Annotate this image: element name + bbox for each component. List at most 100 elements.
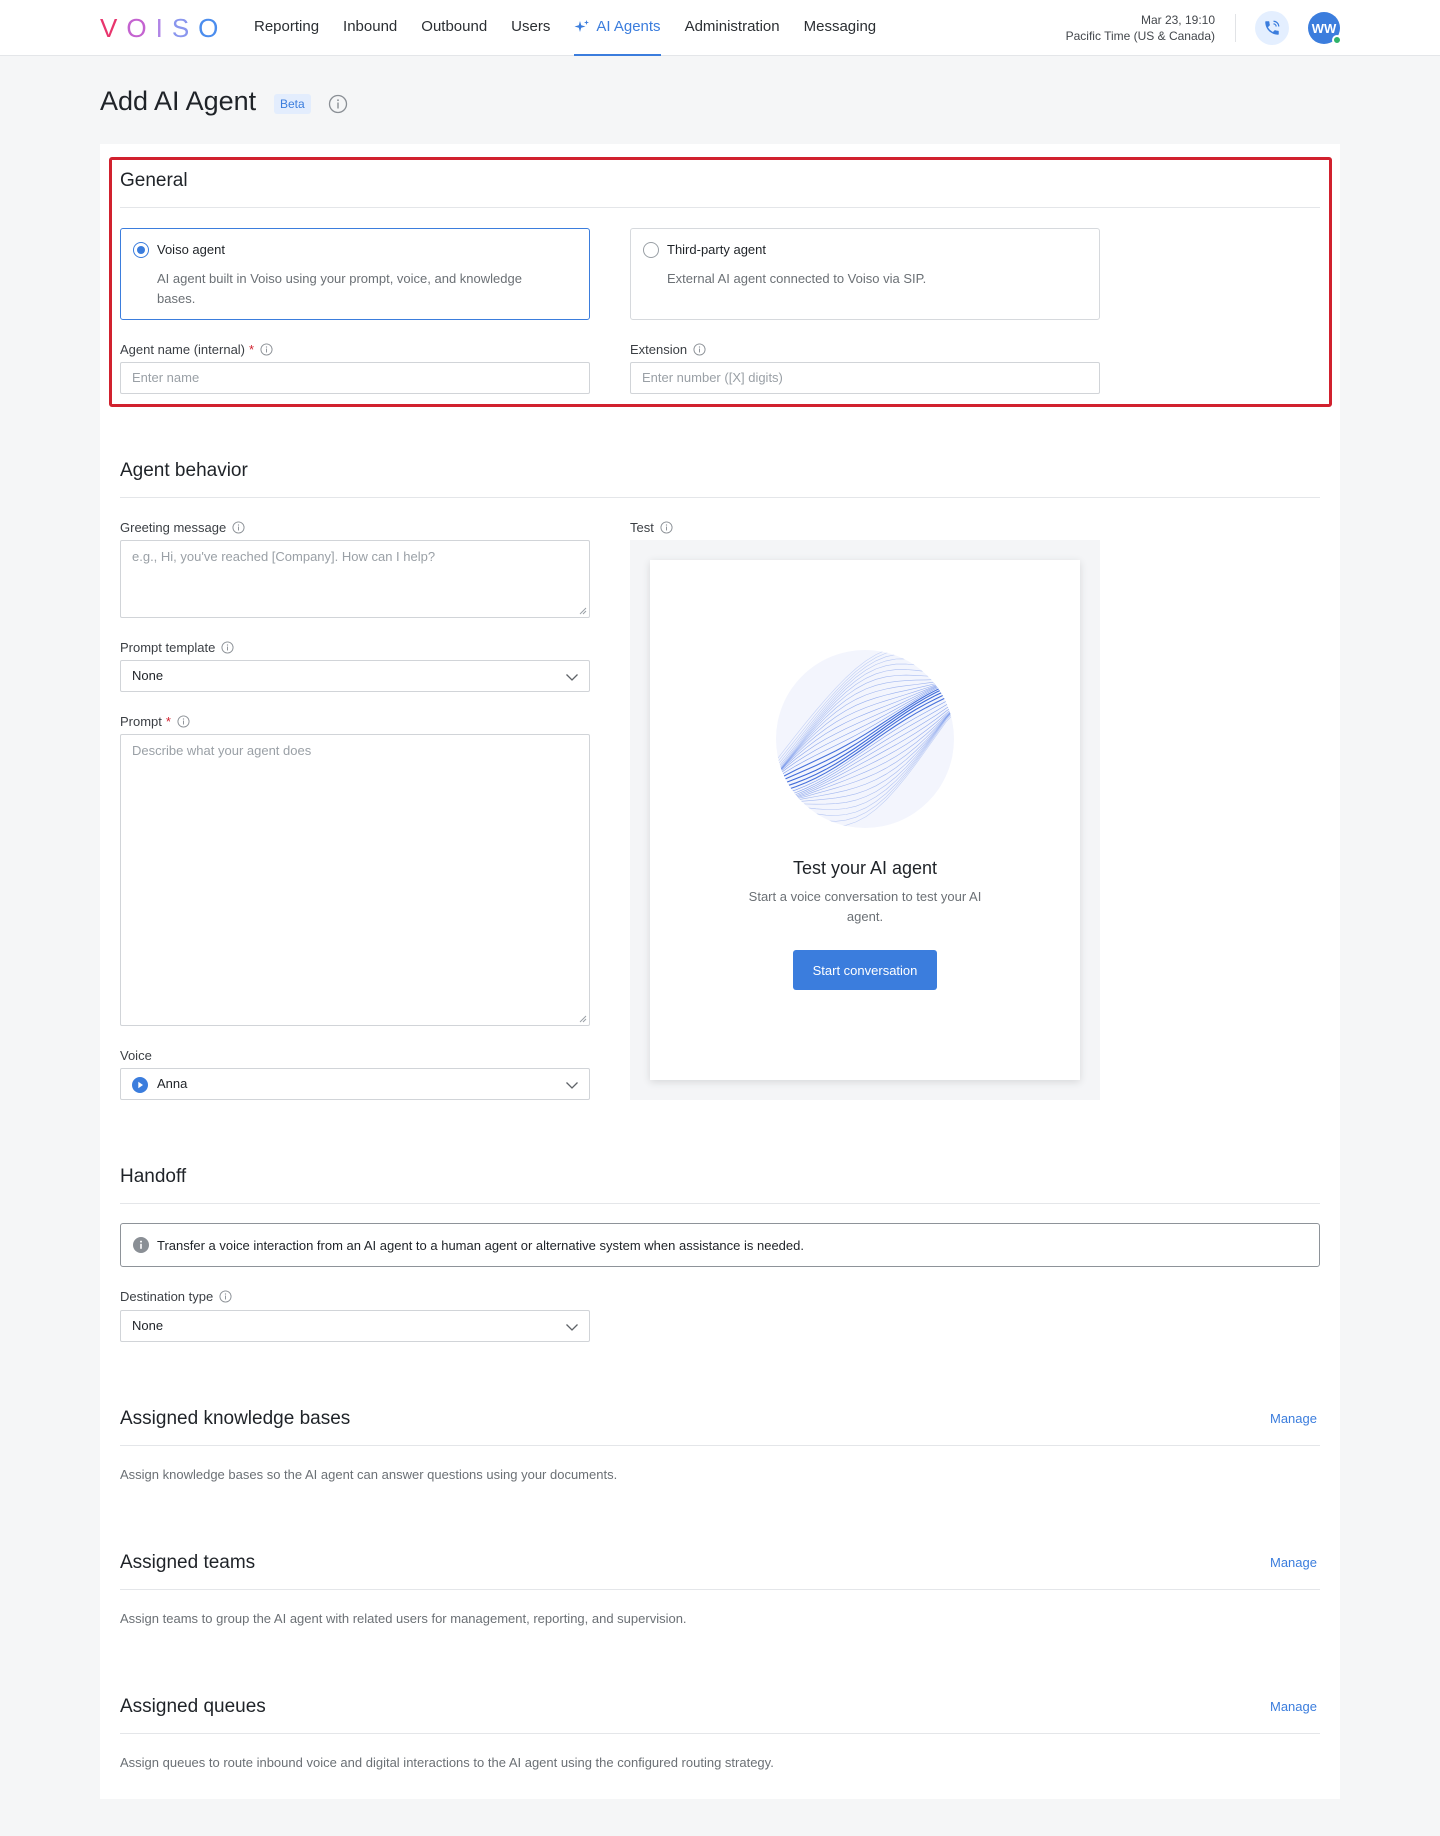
agent-name-label-text: Agent name (internal) <box>120 342 246 357</box>
logo-letter-o: O <box>126 13 156 43</box>
info-icon[interactable] <box>177 715 190 728</box>
voiso-agent-radio[interactable] <box>133 242 149 258</box>
nav-messaging-label: Messaging <box>803 18 877 35</box>
greeting-textarea[interactable]: e.g., Hi, you've reached [Company]. How … <box>120 540 590 618</box>
knowledge-divider <box>120 1445 1320 1446</box>
voiso-agent-option[interactable]: Voiso agent AI agent built in Voiso usin… <box>120 228 590 320</box>
info-icon <box>133 1237 149 1253</box>
nav-divider <box>1235 14 1236 42</box>
third-party-agent-desc: External AI agent connected to Voiso via… <box>667 271 927 286</box>
required-mark: * <box>165 714 171 729</box>
destination-type-label: Destination type <box>120 1289 232 1304</box>
prompt-template-value: None <box>132 668 164 683</box>
third-party-agent-radio[interactable] <box>643 242 659 258</box>
extension-label-text: Extension <box>630 342 688 357</box>
beta-badge: Beta <box>274 94 311 114</box>
resize-handle-icon[interactable] <box>579 607 587 615</box>
manage-queues-link[interactable]: Manage <box>1270 1699 1317 1714</box>
voice-select[interactable]: Anna <box>120 1068 590 1100</box>
sparkle-icon <box>574 20 590 32</box>
nav-inbound[interactable]: Inbound <box>343 0 397 56</box>
resize-handle-icon[interactable] <box>579 1015 587 1023</box>
prompt-template-label-text: Prompt template <box>120 640 216 655</box>
voice-orb-illustration <box>776 650 954 828</box>
nav-users[interactable]: Users <box>511 0 550 56</box>
current-datetime: Mar 23, 19:10 <box>1140 13 1215 27</box>
chevron-down-icon <box>566 1082 578 1089</box>
nav-inbound-label: Inbound <box>343 18 398 35</box>
online-status-dot <box>1332 35 1342 45</box>
nav-administration[interactable]: Administration <box>685 0 780 56</box>
general-divider <box>120 207 1320 208</box>
destination-type-select[interactable]: None <box>120 1310 590 1342</box>
info-icon[interactable] <box>660 521 673 534</box>
required-mark: * <box>249 342 255 357</box>
prompt-placeholder: Describe what your agent does <box>132 743 312 758</box>
destination-type-label-text: Destination type <box>120 1289 214 1304</box>
nav-outbound[interactable]: Outbound <box>421 0 487 56</box>
handoff-divider <box>120 1203 1320 1204</box>
nav-users-label: Users <box>511 18 551 35</box>
handoff-notice-text: Transfer a voice interaction from an AI … <box>157 1237 804 1253</box>
nav-reporting[interactable]: Reporting <box>254 0 319 56</box>
logo-letter-v: V <box>100 13 127 43</box>
handoff-notice: Transfer a voice interaction from an AI … <box>120 1223 1320 1267</box>
logo-letter-o2: O <box>198 13 228 43</box>
chevron-down-icon <box>566 674 578 681</box>
nav-ai-agents[interactable]: AI Agents <box>574 0 661 56</box>
test-label-text: Test <box>630 520 654 535</box>
general-section-title: General <box>120 170 188 191</box>
prompt-textarea[interactable]: Describe what your agent does <box>120 734 590 1026</box>
timezone-display: Mar 23, 19:10 Pacific Time (US & Canada) <box>1066 12 1215 44</box>
info-icon[interactable] <box>221 641 234 654</box>
prompt-template-select[interactable]: None <box>120 660 590 692</box>
info-icon[interactable] <box>232 521 245 534</box>
greeting-label: Greeting message <box>120 520 245 535</box>
info-icon[interactable] <box>693 343 706 356</box>
agent-behavior-section-title: Agent behavior <box>120 460 248 481</box>
voice-value: Anna <box>157 1076 188 1091</box>
nav-messaging[interactable]: Messaging <box>804 0 877 56</box>
knowledge-bases-section-title: Assigned knowledge bases <box>120 1408 351 1429</box>
test-label: Test <box>630 520 673 535</box>
softphone-button[interactable] <box>1255 11 1289 45</box>
info-icon[interactable] <box>328 94 348 114</box>
nav-reporting-label: Reporting <box>254 18 320 35</box>
knowledge-bases-description: Assign knowledge bases so the AI agent c… <box>120 1467 618 1482</box>
prompt-label-text: Prompt <box>120 714 162 729</box>
start-conversation-button[interactable]: Start conversation <box>793 950 937 990</box>
teams-description: Assign teams to group the AI agent with … <box>120 1611 687 1626</box>
handoff-section-title: Handoff <box>120 1166 187 1187</box>
nav-outbound-label: Outbound <box>421 18 488 35</box>
teams-divider <box>120 1589 1320 1590</box>
agent-form-card: General Voiso agent AI agent built in Vo… <box>100 144 1340 1799</box>
teams-section-title: Assigned teams <box>120 1552 256 1573</box>
info-icon[interactable] <box>260 343 273 356</box>
queues-section-title: Assigned queues <box>120 1696 266 1717</box>
manage-knowledge-bases-link[interactable]: Manage <box>1270 1411 1317 1426</box>
logo-letter-i: I <box>155 13 172 43</box>
logo-letter-s: S <box>171 13 199 43</box>
user-avatar[interactable]: WW <box>1308 12 1342 45</box>
avatar-initials: WW <box>1311 20 1337 36</box>
play-icon[interactable] <box>132 1077 148 1093</box>
phone-icon <box>1265 20 1280 35</box>
queues-description: Assign queues to route inbound voice and… <box>120 1755 774 1770</box>
nav-ai-agents-label: AI Agents <box>596 18 661 35</box>
test-title: Test your AI agent <box>792 858 938 878</box>
agent-name-input[interactable]: Enter name <box>120 362 590 394</box>
third-party-agent-option[interactable]: Third-party agent External AI agent conn… <box>630 228 1100 320</box>
chevron-down-icon <box>566 1324 578 1331</box>
prompt-label: Prompt * <box>120 714 190 729</box>
greeting-label-text: Greeting message <box>120 520 227 535</box>
info-icon[interactable] <box>219 1290 232 1303</box>
voiso-logo[interactable]: VOISO <box>100 13 227 44</box>
current-timezone: Pacific Time (US & Canada) <box>1065 29 1215 43</box>
test-description: Start a voice conversation to test your … <box>748 889 982 924</box>
third-party-agent-title: Third-party agent <box>667 242 766 257</box>
top-navigation: VOISO Reporting Inbound Outbound Users A… <box>0 0 1440 56</box>
extension-input[interactable]: Enter number ([X] digits) <box>630 362 1100 394</box>
manage-teams-link[interactable]: Manage <box>1270 1555 1317 1570</box>
test-panel: Test your AI agent Start a voice convers… <box>630 540 1100 1100</box>
prompt-template-label: Prompt template <box>120 640 234 655</box>
